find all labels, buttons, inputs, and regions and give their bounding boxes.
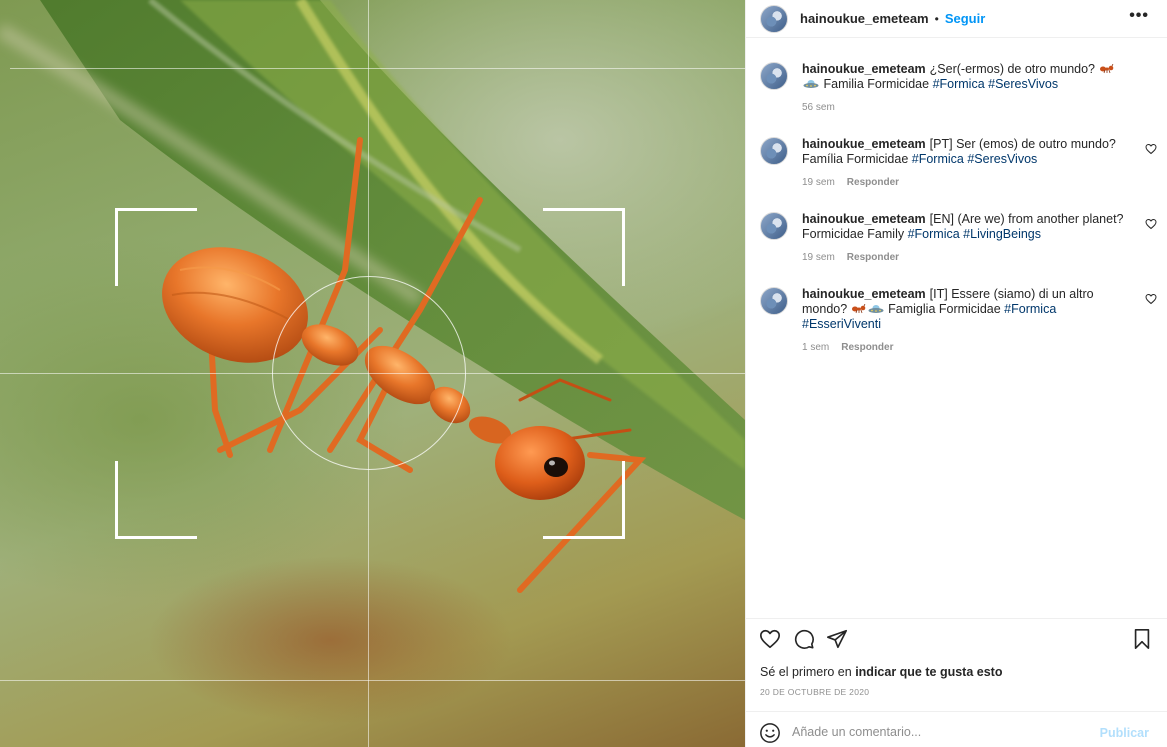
post-photo[interactable] [0, 0, 745, 747]
comment: hainoukue_emeteam [EN] (Are we) from anot… [746, 212, 1167, 287]
hashtag-link[interactable]: #Formica [912, 152, 964, 166]
comment-meta: 19 sem Responder [802, 177, 1131, 188]
hashtag-link[interactable]: #Formica [933, 77, 985, 91]
comment-time[interactable]: 56 sem [802, 102, 835, 113]
hashtag-link[interactable]: #LivingBeings [963, 227, 1041, 241]
avatar[interactable] [760, 62, 788, 90]
comment-time[interactable]: 1 sem [802, 342, 829, 353]
comment-text: hainoukue_emeteam [IT] Essere (siamo) di … [802, 287, 1131, 332]
add-comment-form: Publicar [746, 712, 1167, 747]
viewfinder-corner-bottom-right [543, 461, 625, 539]
likes-prefix: Sé el primero en [760, 665, 852, 679]
ant-emoji-icon [851, 304, 866, 314]
comment-body-after: Famiglia Formicidae [888, 302, 1001, 316]
paper-plane-icon[interactable] [826, 628, 848, 650]
action-bar [746, 628, 1167, 654]
header-divider [746, 37, 1167, 38]
camera-grid-line [10, 68, 745, 69]
comment-username[interactable]: hainoukue_emeteam [802, 62, 926, 76]
ufo-emoji-icon [803, 80, 819, 88]
follow-button[interactable]: Seguir [945, 11, 985, 26]
comments-list: hainoukue_emeteam ¿Ser(-ermos) de otro mu… [746, 62, 1167, 362]
heart-icon[interactable] [1145, 293, 1157, 305]
comment-username[interactable]: hainoukue_emeteam [802, 287, 926, 301]
header-separator: • [934, 11, 939, 26]
focus-ring [272, 276, 466, 470]
ellipsis-icon[interactable]: ••• [1129, 8, 1149, 24]
comment-icon[interactable] [793, 628, 815, 650]
comment-meta: 19 sem Responder [802, 252, 1131, 263]
like-link[interactable]: indicar que te gusta esto [855, 665, 1002, 679]
caption-text: hainoukue_emeteam ¿Ser(-ermos) de otro mu… [802, 62, 1131, 92]
post-header: hainoukue_emeteam • Seguir ••• [746, 0, 1167, 37]
avatar[interactable] [760, 212, 788, 240]
avatar[interactable] [760, 287, 788, 315]
reply-button[interactable]: Responder [847, 177, 899, 188]
comment-username[interactable]: hainoukue_emeteam [802, 212, 926, 226]
hashtag-link[interactable]: #SeresVivos [988, 77, 1058, 91]
comment-text: hainoukue_emeteam [EN] (Are we) from anot… [802, 212, 1131, 242]
heart-icon[interactable] [759, 628, 781, 650]
comment-time[interactable]: 19 sem [802, 177, 835, 188]
hashtag-link[interactable]: #Formica [1004, 302, 1056, 316]
header-username[interactable]: hainoukue_emeteam [800, 11, 929, 26]
heart-icon[interactable] [1145, 218, 1157, 230]
comment-username[interactable]: hainoukue_emeteam [802, 137, 926, 151]
comment: hainoukue_emeteam [PT] Ser (emos) de outr… [746, 137, 1167, 212]
likes-summary: Sé el primero en indicar que te gusta es… [760, 665, 1002, 679]
ufo-emoji-icon [868, 305, 884, 313]
viewfinder-corner-top-left [115, 208, 197, 286]
comment-input[interactable] [792, 721, 1092, 743]
viewfinder-corner-top-right [543, 208, 625, 286]
hashtag-link[interactable]: #Formica [908, 227, 960, 241]
comment-meta: 1 sem Responder [802, 342, 1131, 353]
comment: hainoukue_emeteam [IT] Essere (siamo) di … [746, 287, 1167, 362]
avatar[interactable] [760, 4, 788, 33]
post-date[interactable]: 20 DE OCTUBRE DE 2020 [760, 687, 869, 697]
post-side-panel: hainoukue_emeteam • Seguir ••• hainoukue… [745, 0, 1167, 747]
publish-button[interactable]: Publicar [1100, 726, 1149, 740]
actions-divider [746, 618, 1167, 619]
reply-button[interactable]: Responder [847, 252, 899, 263]
hashtag-link[interactable]: #SeresVivos [967, 152, 1037, 166]
smiley-icon[interactable] [759, 722, 781, 744]
ant-emoji-icon [1099, 64, 1113, 74]
caption-text-after: Familia Formicidae [823, 77, 930, 91]
viewfinder-corner-bottom-left [115, 461, 197, 539]
comment-meta: 56 sem [802, 102, 1131, 113]
comment-text: hainoukue_emeteam [PT] Ser (emos) de outr… [802, 137, 1131, 167]
comment-time[interactable]: 19 sem [802, 252, 835, 263]
hashtag-link[interactable]: #EsseriViventi [802, 317, 881, 331]
camera-grid-line [0, 680, 745, 681]
instagram-post: hainoukue_emeteam • Seguir ••• hainoukue… [0, 0, 1167, 747]
avatar[interactable] [760, 137, 788, 165]
caption-text-before: ¿Ser(-ermos) de otro mundo? [929, 62, 1096, 76]
reply-button[interactable]: Responder [841, 342, 893, 353]
caption: hainoukue_emeteam ¿Ser(-ermos) de otro mu… [746, 62, 1167, 137]
heart-icon[interactable] [1145, 143, 1157, 155]
bookmark-icon[interactable] [1131, 628, 1153, 650]
